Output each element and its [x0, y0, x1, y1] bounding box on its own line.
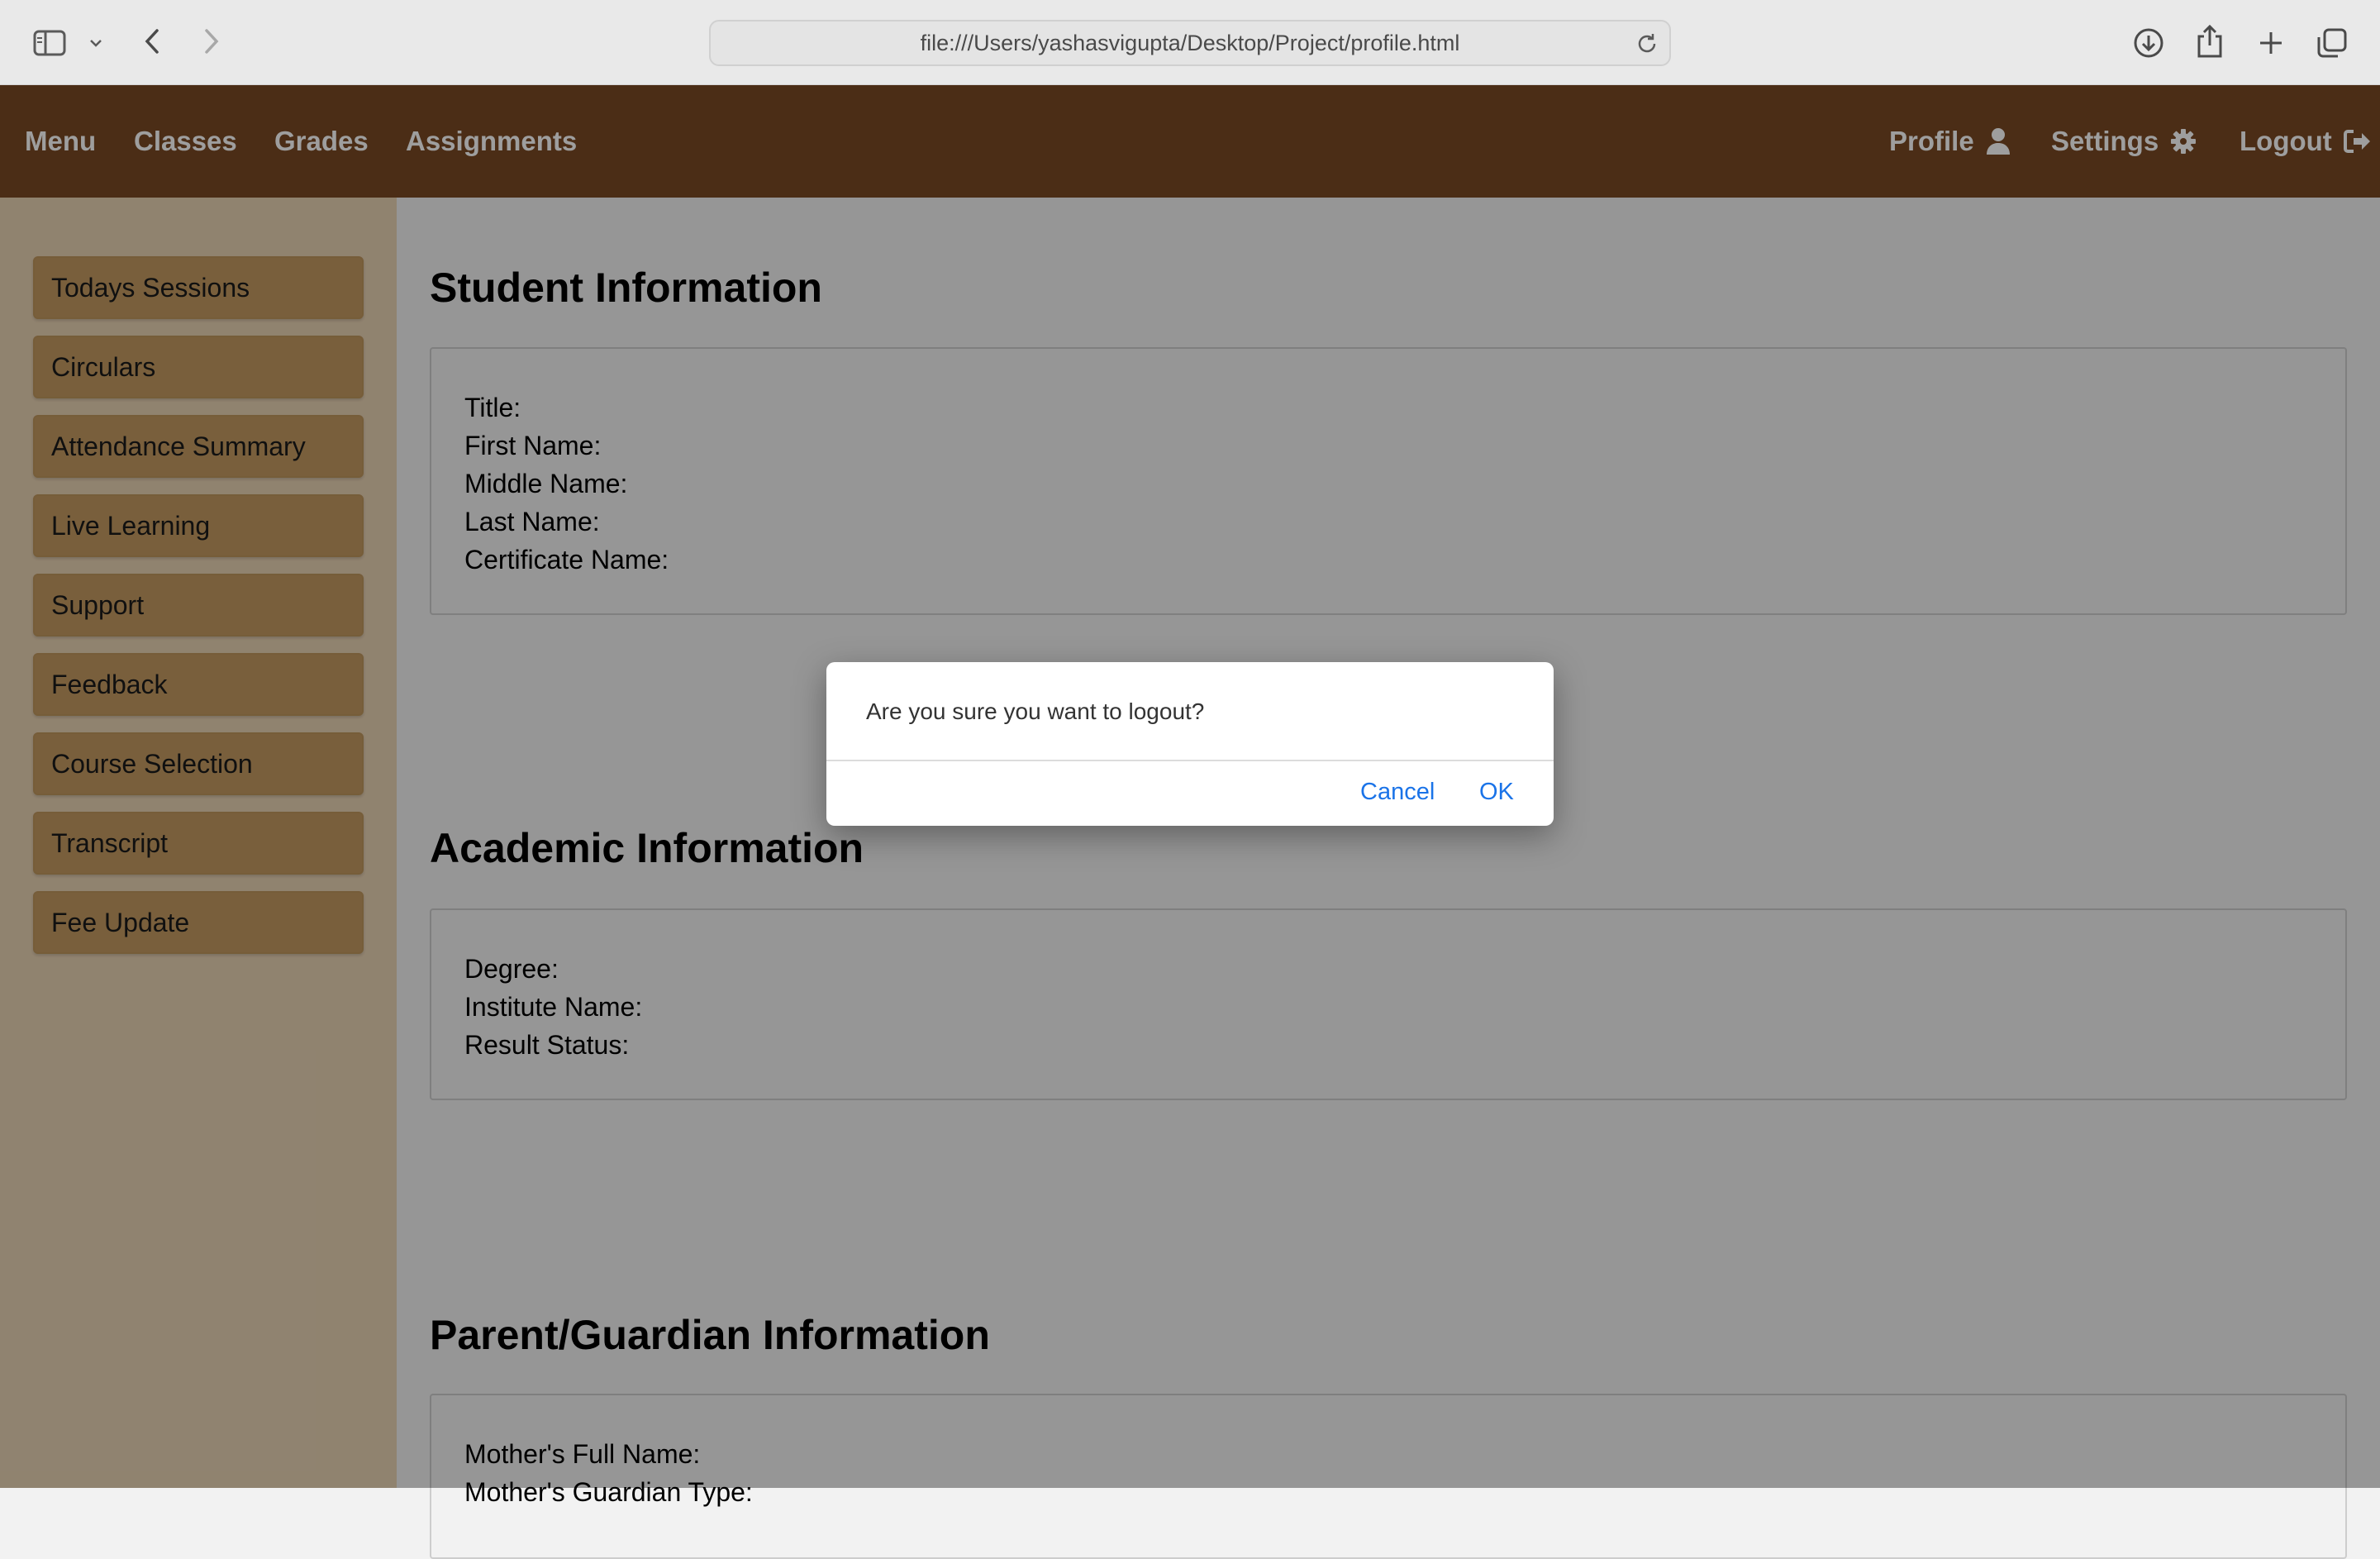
address-bar[interactable]: file:///Users/yashasvigupta/Desktop/Proj… [709, 20, 1671, 66]
address-bar-url: file:///Users/yashasvigupta/Desktop/Proj… [920, 30, 1460, 55]
cancel-button[interactable]: Cancel [1355, 778, 1440, 807]
chevron-down-icon[interactable] [86, 31, 106, 55]
dialog-message: Are you sure you want to logout? [866, 698, 1205, 724]
ok-button[interactable]: OK [1474, 778, 1519, 807]
tab-overview-icon[interactable] [2314, 25, 2350, 61]
back-icon[interactable] [137, 25, 167, 58]
new-tab-icon[interactable] [2253, 25, 2289, 61]
logout-confirm-dialog: Are you sure you want to logout? Cancel … [826, 662, 1554, 826]
browser-toolbar: file:///Users/yashasvigupta/Desktop/Proj… [0, 0, 2380, 85]
dialog-divider [826, 760, 1554, 761]
download-icon[interactable] [2130, 25, 2167, 61]
reload-icon[interactable] [1635, 31, 1659, 56]
sidebar-icon[interactable] [31, 26, 68, 60]
forward-icon[interactable] [197, 25, 226, 58]
share-icon[interactable] [2192, 21, 2228, 61]
